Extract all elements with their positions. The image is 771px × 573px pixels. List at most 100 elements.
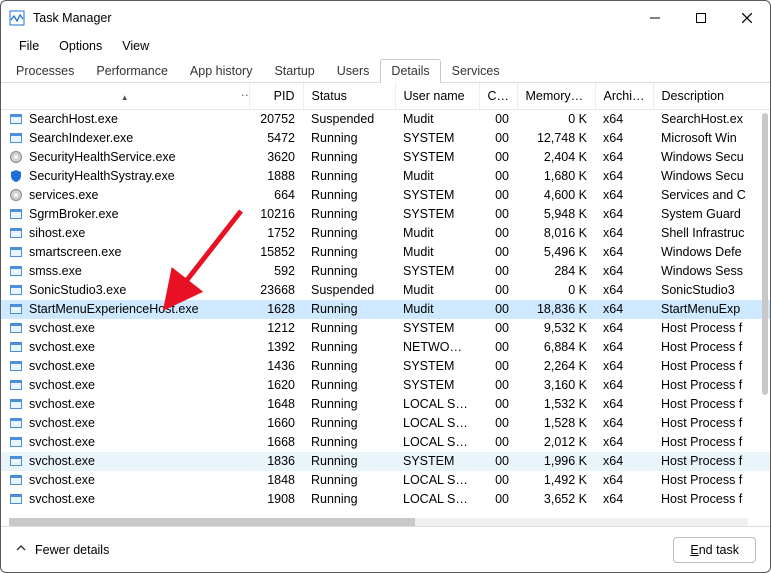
column-header-pid[interactable]: PID <box>249 83 303 110</box>
cell-description: Host Process f <box>653 433 770 452</box>
process-row[interactable]: svchost.exe1660RunningLOCAL SE...001,528… <box>1 414 770 433</box>
cell-memory: 0 K <box>517 281 595 300</box>
horizontal-scrollbar[interactable] <box>9 518 748 526</box>
process-row[interactable]: smss.exe592RunningSYSTEM00284 Kx64Window… <box>1 262 770 281</box>
process-row[interactable]: svchost.exe1392RunningNETWORK...006,884 … <box>1 338 770 357</box>
vertical-scrollbar[interactable] <box>762 113 768 516</box>
process-icon <box>9 226 23 240</box>
process-row[interactable]: StartMenuExperienceHost.exe1628RunningMu… <box>1 300 770 319</box>
process-icon <box>9 454 23 468</box>
details-grid[interactable]: ▲NamePIDStatusUser nameCPUMemory (a...Ar… <box>1 83 770 518</box>
maximize-button[interactable] <box>678 1 724 35</box>
process-row[interactable]: svchost.exe1836RunningSYSTEM001,996 Kx64… <box>1 452 770 471</box>
cell-pid: 1752 <box>249 224 303 243</box>
process-icon <box>9 416 23 430</box>
cell-description: Host Process f <box>653 319 770 338</box>
process-row[interactable]: svchost.exe1436RunningSYSTEM002,264 Kx64… <box>1 357 770 376</box>
menu-options[interactable]: Options <box>49 37 112 55</box>
cell-arch: x64 <box>595 395 653 414</box>
process-row[interactable]: SonicStudio3.exe23668SuspendedMudit000 K… <box>1 281 770 300</box>
fewer-details-toggle[interactable]: Fewer details <box>15 542 109 557</box>
cell-user: Mudit <box>395 110 479 129</box>
cell-cpu: 00 <box>479 338 517 357</box>
cell-arch: x64 <box>595 167 653 186</box>
window-title: Task Manager <box>33 11 112 25</box>
tab-app-history[interactable]: App history <box>179 59 264 83</box>
minimize-button[interactable] <box>632 1 678 35</box>
end-task-button[interactable]: End task <box>673 537 756 563</box>
cell-status: Running <box>303 395 395 414</box>
tab-details[interactable]: Details <box>380 59 440 83</box>
tab-processes[interactable]: Processes <box>5 59 85 83</box>
column-header-arch[interactable]: Archite... <box>595 83 653 110</box>
process-name: svchost.exe <box>29 397 95 411</box>
cell-user: SYSTEM <box>395 319 479 338</box>
column-header-cpu[interactable]: CPU <box>479 83 517 110</box>
cell-status: Running <box>303 452 395 471</box>
tab-users[interactable]: Users <box>326 59 381 83</box>
process-row[interactable]: svchost.exe1668RunningLOCAL SE...002,012… <box>1 433 770 452</box>
process-row[interactable]: smartscreen.exe15852RunningMudit005,496 … <box>1 243 770 262</box>
cell-status: Running <box>303 129 395 148</box>
tab-performance[interactable]: Performance <box>85 59 179 83</box>
cell-status: Running <box>303 300 395 319</box>
process-name: svchost.exe <box>29 454 95 468</box>
cell-cpu: 00 <box>479 319 517 338</box>
cell-description: Host Process f <box>653 414 770 433</box>
cell-description: Host Process f <box>653 338 770 357</box>
cell-memory: 4,600 K <box>517 186 595 205</box>
menu-view[interactable]: View <box>112 37 159 55</box>
process-row[interactable]: sihost.exe1752RunningMudit008,016 Kx64Sh… <box>1 224 770 243</box>
close-button[interactable] <box>724 1 770 35</box>
cell-description: SearchHost.ex <box>653 110 770 129</box>
cell-cpu: 00 <box>479 186 517 205</box>
cell-arch: x64 <box>595 433 653 452</box>
process-row[interactable]: services.exe664RunningSYSTEM004,600 Kx64… <box>1 186 770 205</box>
cell-description: StartMenuExp <box>653 300 770 319</box>
process-row[interactable]: SgrmBroker.exe10216RunningSYSTEM005,948 … <box>1 205 770 224</box>
cell-user: SYSTEM <box>395 376 479 395</box>
cell-pid: 592 <box>249 262 303 281</box>
cell-memory: 0 K <box>517 110 595 129</box>
process-name: svchost.exe <box>29 378 95 392</box>
process-row[interactable]: svchost.exe1648RunningLOCAL SE...001,532… <box>1 395 770 414</box>
cell-user: SYSTEM <box>395 129 479 148</box>
process-row[interactable]: svchost.exe1620RunningSYSTEM003,160 Kx64… <box>1 376 770 395</box>
cell-memory: 2,264 K <box>517 357 595 376</box>
cell-user: NETWORK... <box>395 338 479 357</box>
cell-status: Running <box>303 357 395 376</box>
process-row[interactable]: SearchIndexer.exe5472RunningSYSTEM0012,7… <box>1 129 770 148</box>
cell-user: Mudit <box>395 167 479 186</box>
tab-startup[interactable]: Startup <box>263 59 325 83</box>
process-name: smartscreen.exe <box>29 245 121 259</box>
cell-user: LOCAL SE... <box>395 414 479 433</box>
column-header-status[interactable]: Status <box>303 83 395 110</box>
process-name: SgrmBroker.exe <box>29 207 119 221</box>
process-name: sihost.exe <box>29 226 85 240</box>
cell-user: SYSTEM <box>395 357 479 376</box>
cell-memory: 18,836 K <box>517 300 595 319</box>
tab-services[interactable]: Services <box>441 59 511 83</box>
column-header-mem[interactable]: Memory (a... <box>517 83 595 110</box>
cell-status: Suspended <box>303 281 395 300</box>
process-row[interactable]: SecurityHealthService.exe3620RunningSYST… <box>1 148 770 167</box>
column-header-desc[interactable]: Description <box>653 83 770 110</box>
column-header-user[interactable]: User name <box>395 83 479 110</box>
cell-user: SYSTEM <box>395 148 479 167</box>
cell-description: Host Process f <box>653 395 770 414</box>
process-icon <box>9 150 23 164</box>
process-row[interactable]: svchost.exe1848RunningLOCAL SE...001,492… <box>1 471 770 490</box>
cell-cpu: 00 <box>479 110 517 129</box>
cell-user: Mudit <box>395 243 479 262</box>
cell-user: SYSTEM <box>395 186 479 205</box>
process-row[interactable]: svchost.exe1908RunningLOCAL SE...003,652… <box>1 490 770 509</box>
cell-memory: 3,652 K <box>517 490 595 509</box>
process-row[interactable]: SecurityHealthSystray.exe1888RunningMudi… <box>1 167 770 186</box>
cell-memory: 8,016 K <box>517 224 595 243</box>
cell-status: Running <box>303 319 395 338</box>
cell-user: LOCAL SE... <box>395 471 479 490</box>
process-row[interactable]: SearchHost.exe20752SuspendedMudit000 Kx6… <box>1 110 770 129</box>
menu-file[interactable]: File <box>9 37 49 55</box>
process-row[interactable]: svchost.exe1212RunningSYSTEM009,532 Kx64… <box>1 319 770 338</box>
column-header-name[interactable]: ▲Name <box>1 83 249 110</box>
